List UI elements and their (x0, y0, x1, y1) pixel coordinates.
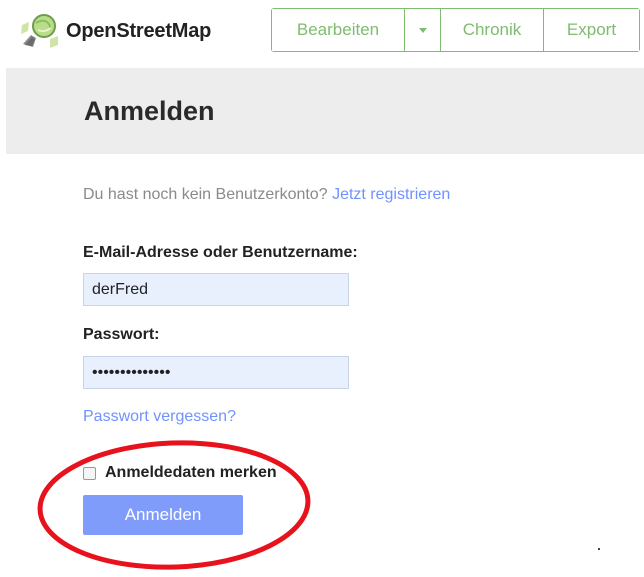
history-button[interactable]: Chronik (440, 9, 543, 51)
export-button[interactable]: Export (543, 9, 639, 51)
username-label: E-Mail-Adresse oder Benutzername: (83, 244, 358, 261)
page-header: Anmelden (6, 68, 644, 154)
edit-dropdown-button[interactable] (404, 9, 440, 51)
forgot-password-link[interactable]: Passwort vergessen? (83, 408, 236, 426)
osm-magnifier-logo-icon (21, 14, 58, 48)
page-title: Anmelden (84, 96, 215, 126)
login-form: Du hast noch kein Benutzerkonto? Jetzt r… (83, 180, 623, 535)
edit-button[interactable]: Bearbeiten (272, 9, 404, 51)
stray-dot-mark (598, 548, 600, 550)
password-input[interactable] (83, 356, 349, 389)
caret-down-icon (418, 27, 427, 33)
top-navigation-bar: OpenStreetMap Bearbeiten Chronik Export (0, 0, 644, 62)
remember-me-checkbox[interactable] (83, 466, 96, 480)
username-input[interactable] (83, 273, 349, 306)
login-submit-button[interactable]: Anmelden (83, 495, 243, 535)
login-page: OpenStreetMap Bearbeiten Chronik Export … (0, 0, 644, 577)
password-label: Passwort: (83, 326, 160, 343)
brand-home-link[interactable]: OpenStreetMap (20, 11, 211, 51)
register-link[interactable]: Jetzt registrieren (332, 186, 450, 203)
remember-me-row: Anmeldedaten merken (83, 464, 277, 482)
signup-prompt-line: Du hast noch kein Benutzerkonto? Jetzt r… (83, 180, 623, 210)
brand-name: OpenStreetMap (66, 19, 212, 42)
signup-prompt-text: Du hast noch kein Benutzerkonto? (83, 186, 328, 203)
remember-me-label[interactable]: Anmeldedaten merken (105, 464, 277, 482)
nav-button-group: Bearbeiten Chronik Export (271, 8, 640, 52)
